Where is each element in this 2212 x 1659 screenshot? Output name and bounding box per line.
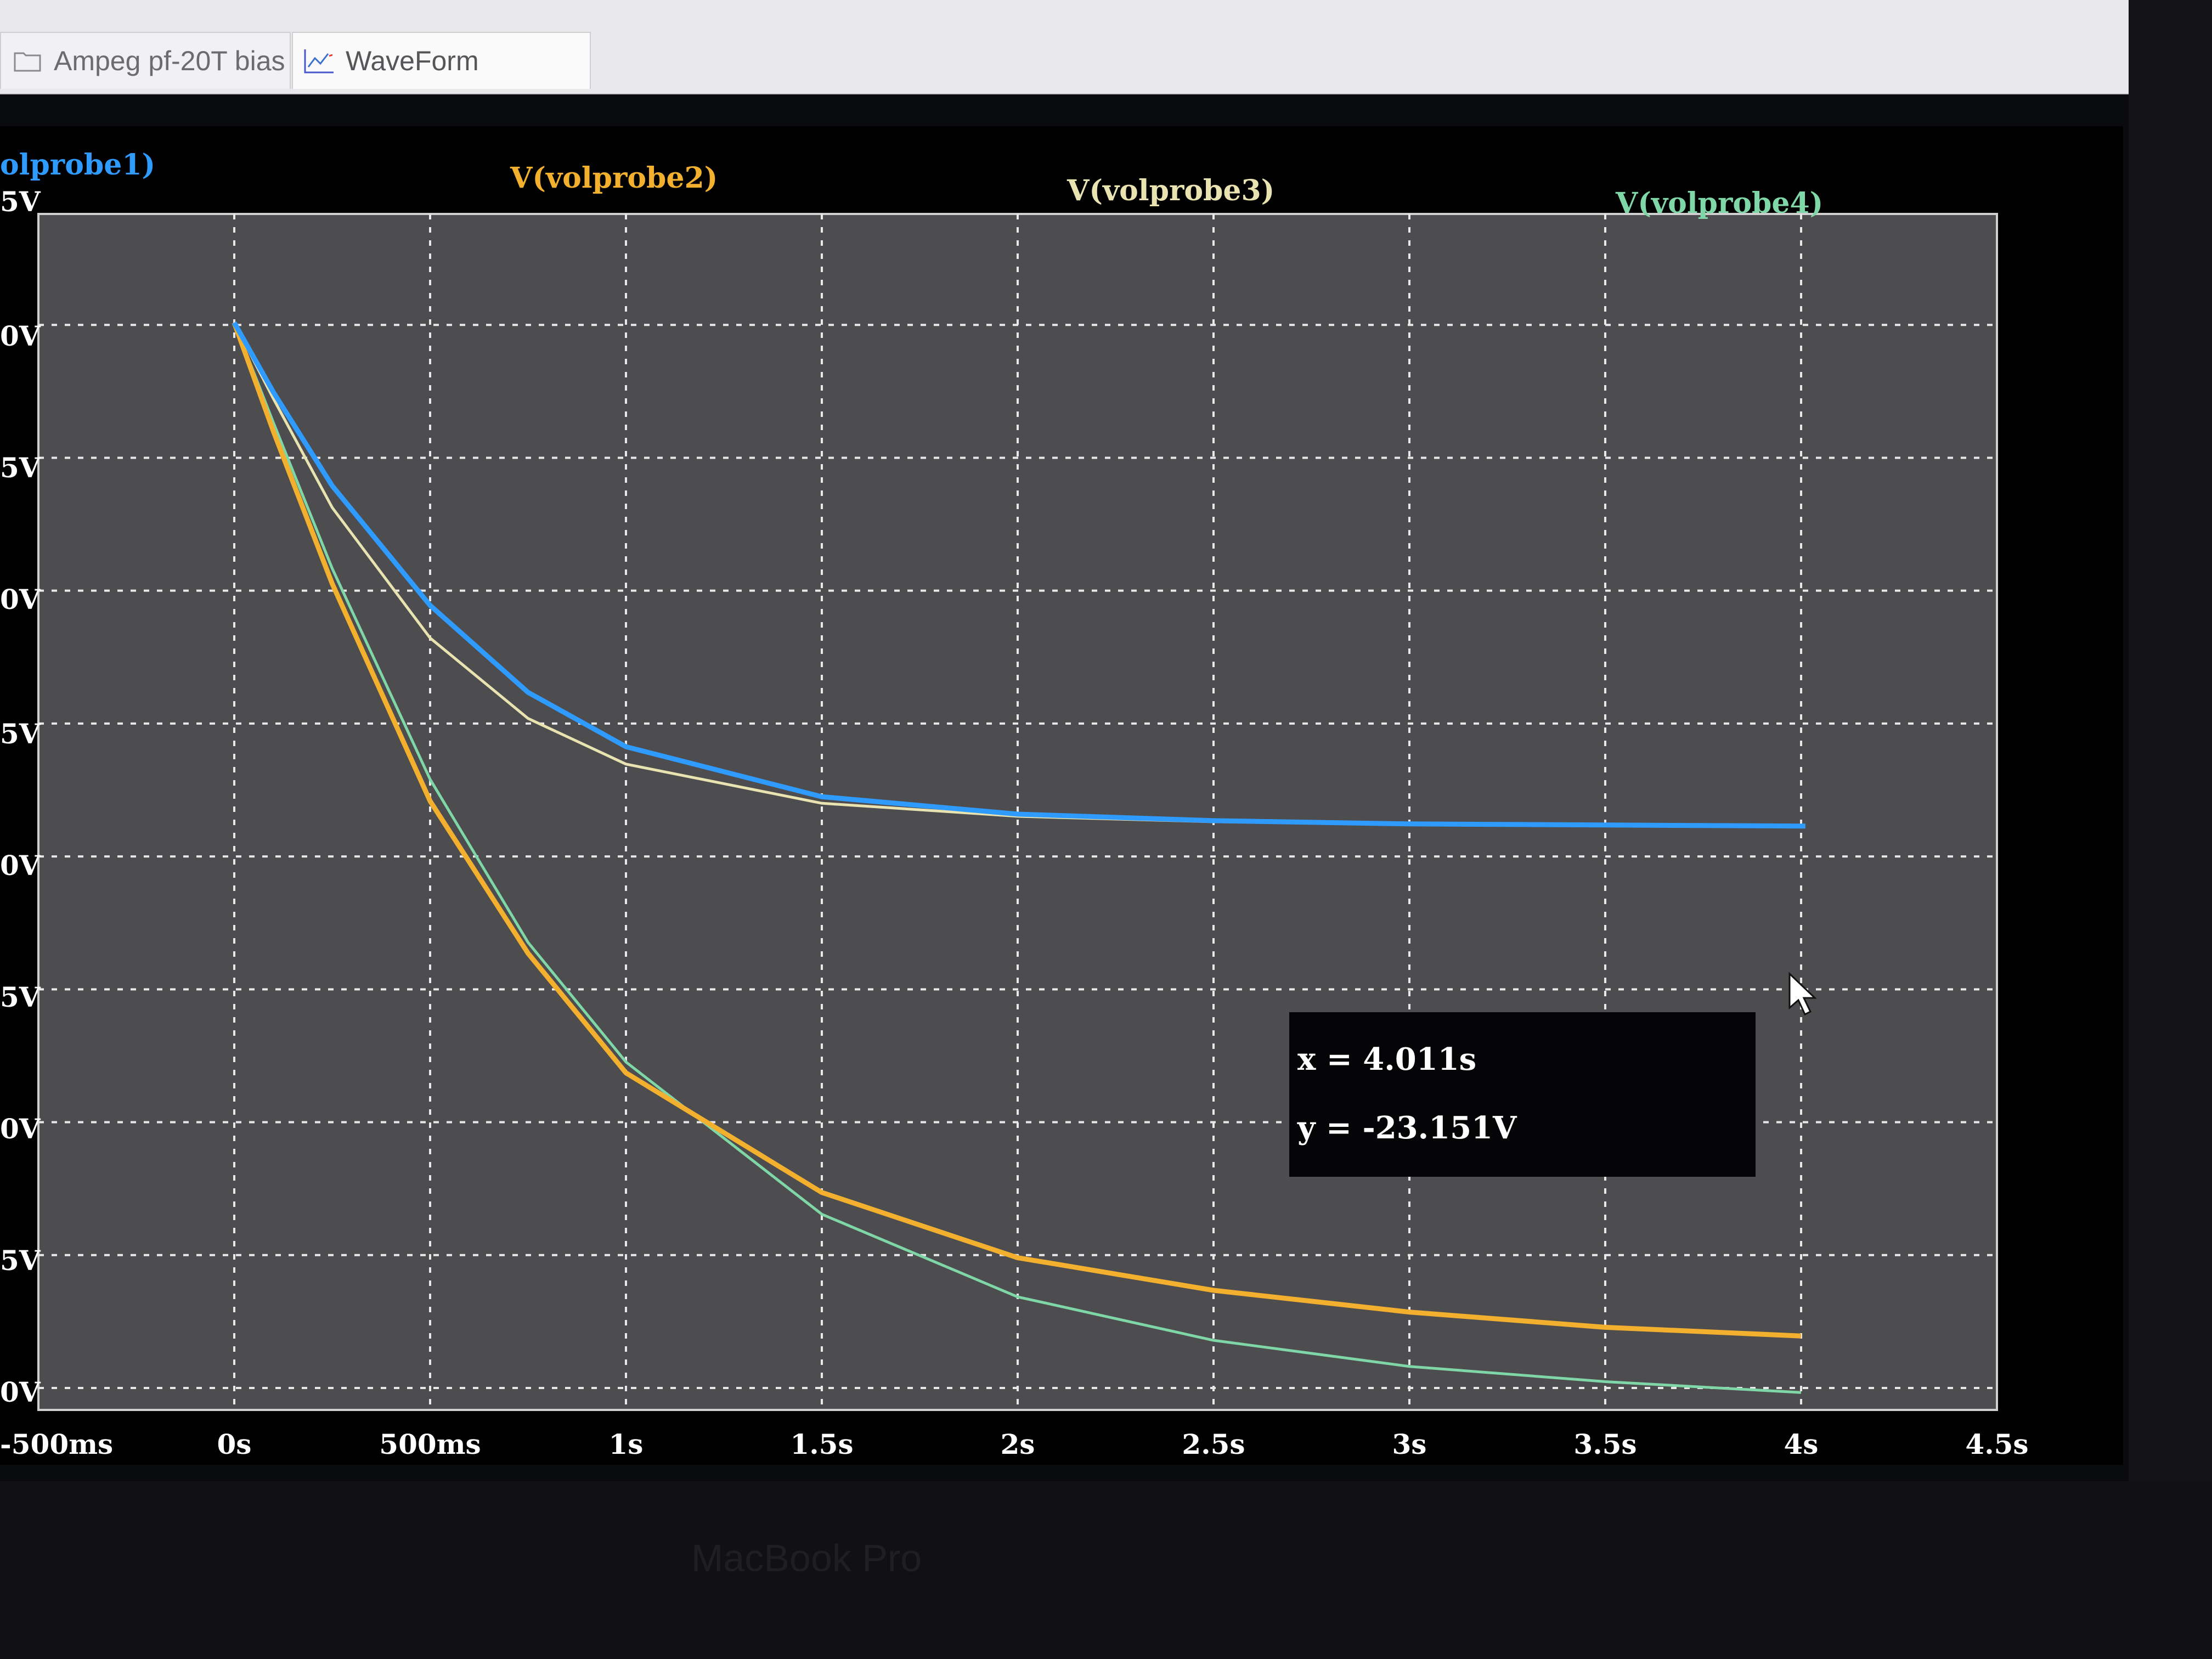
x-tick-label: 3s	[1392, 1428, 1427, 1460]
tooltip-x-value: x = 4.011s	[1297, 1041, 1476, 1077]
y-tick-label: 0V	[0, 583, 41, 616]
screen: Ampeg pf-20T bias WaveForm olprobe1) V(v…	[0, 0, 2129, 1481]
waveform-chart[interactable]: olprobe1) V(volprobe2) V(volprobe3) V(vo…	[0, 0, 2129, 1481]
x-axis-ticks: -500ms 0s 500ms 1s 1.5s 2s 2.5s 3s 3.5s 4s 4.5s	[0, 1428, 2029, 1460]
y-tick-label: 0V	[0, 320, 41, 352]
x-tick-label: 1.5s	[790, 1428, 853, 1460]
laptop-bezel-right	[2129, 0, 2212, 1659]
x-tick-label: 0s	[217, 1428, 252, 1460]
x-tick-label: -500ms	[0, 1428, 113, 1460]
cursor-tooltip: x = 4.011s y = -23.151V	[1289, 1012, 1756, 1177]
y-tick-label: 5V	[0, 185, 41, 218]
x-tick-label: 2.5s	[1182, 1428, 1245, 1460]
x-tick-label: 2s	[1001, 1428, 1035, 1460]
y-tick-label: 5V	[0, 981, 41, 1013]
x-tick-label: 4s	[1784, 1428, 1819, 1460]
x-tick-label: 4.5s	[1965, 1428, 2028, 1460]
legend-probe3[interactable]: V(volprobe3)	[1066, 174, 1274, 207]
y-tick-label: 5V	[0, 452, 41, 484]
y-tick-label: 5V	[0, 1244, 41, 1277]
tooltip-y-value: y = -23.151V	[1297, 1110, 1517, 1146]
y-tick-label: 5V	[0, 718, 41, 750]
y-tick-label: 0V	[0, 1376, 41, 1408]
y-tick-label: 0V	[0, 849, 41, 882]
legend-probe1[interactable]: olprobe1)	[0, 148, 155, 182]
laptop-brand-label: MacBook Pro	[691, 1537, 922, 1579]
x-tick-label: 3.5s	[1573, 1428, 1637, 1460]
y-tick-label: 0V	[0, 1113, 41, 1145]
x-tick-label: 1s	[609, 1428, 644, 1460]
legend-probe4[interactable]: V(volprobe4)	[1615, 187, 1823, 220]
tooltip-box	[1289, 1012, 1756, 1177]
y-axis-ticks: 5V 0V 5V 0V 5V 0V 5V 0V 5V 0V	[0, 185, 41, 1408]
x-tick-label: 500ms	[379, 1428, 481, 1460]
laptop-bezel-bottom	[0, 1481, 2212, 1659]
legend-probe2[interactable]: V(volprobe2)	[510, 161, 718, 195]
